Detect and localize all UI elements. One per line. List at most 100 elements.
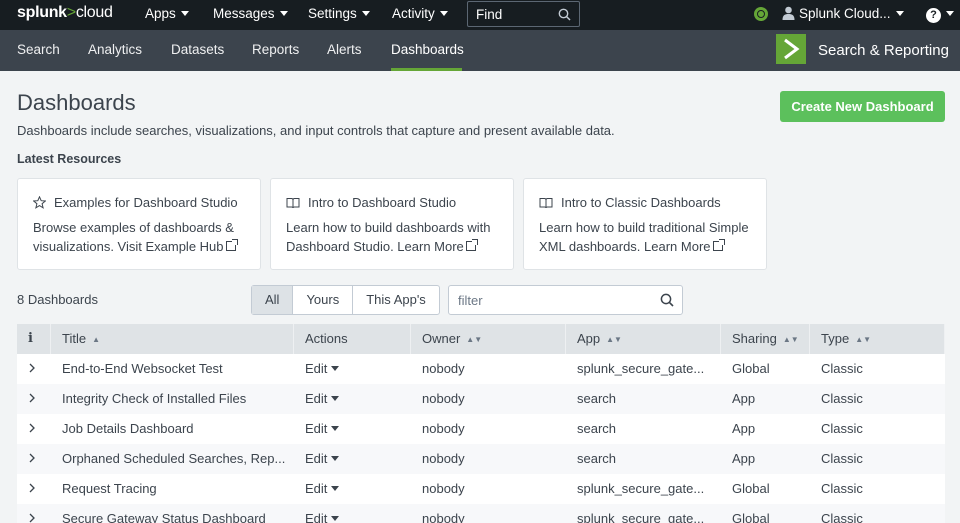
apps-menu[interactable]: Apps bbox=[145, 6, 189, 21]
tab-yours[interactable]: Yours bbox=[293, 286, 354, 314]
splunk-logo[interactable]: splunk>cloud bbox=[17, 4, 113, 22]
chevron-right-icon bbox=[29, 393, 35, 403]
table-header: i Title ▲ Actions Owner ▲▼ App ▲▼ Sharing ▲▼… bbox=[17, 324, 945, 354]
edit-menu-label: Edit bbox=[305, 421, 328, 436]
chevron-right-icon bbox=[29, 363, 35, 373]
edit-menu[interactable]: Edit bbox=[294, 444, 411, 474]
active-nav-indicator bbox=[391, 68, 462, 71]
external-link-icon[interactable] bbox=[712, 238, 725, 251]
resource-card-examples[interactable]: Examples for Dashboard Studio Browse exa… bbox=[17, 178, 261, 270]
health-status-icon[interactable] bbox=[754, 7, 768, 21]
sort-icon: ▲▼ bbox=[855, 335, 872, 344]
dashboard-title-link[interactable]: Integrity Check of Installed Files bbox=[51, 384, 294, 414]
dashboard-title-link[interactable]: Job Details Dashboard bbox=[51, 414, 294, 444]
activity-menu-label: Activity bbox=[392, 6, 435, 21]
expand-row-button[interactable] bbox=[17, 354, 51, 384]
edit-menu[interactable]: Edit bbox=[294, 474, 411, 504]
resource-card-title-text: Intro to Classic Dashboards bbox=[561, 195, 721, 210]
type-cell: Classic bbox=[821, 451, 863, 466]
nav-search[interactable]: Search bbox=[17, 42, 60, 57]
star-icon bbox=[32, 195, 47, 209]
find-input[interactable]: Find bbox=[467, 1, 580, 27]
expand-row-button[interactable] bbox=[17, 444, 51, 474]
logo-text-main: splunk bbox=[17, 4, 67, 21]
resource-card-studio-intro[interactable]: Intro to Dashboard Studio Learn how to b… bbox=[270, 178, 514, 270]
sharing-column-header[interactable]: Sharing ▲▼ bbox=[721, 324, 810, 354]
external-link-icon[interactable] bbox=[465, 238, 478, 251]
type-column-header[interactable]: Type ▲▼ bbox=[810, 324, 945, 354]
owner-column-header[interactable]: Owner ▲▼ bbox=[411, 324, 566, 354]
tab-all[interactable]: All bbox=[252, 286, 294, 314]
activity-menu[interactable]: Activity bbox=[392, 6, 448, 21]
filter-placeholder: filter bbox=[458, 293, 483, 308]
search-icon bbox=[660, 293, 674, 307]
book-icon bbox=[539, 198, 553, 209]
app-title[interactable]: Search & Reporting bbox=[818, 42, 949, 59]
resource-card-link[interactable]: XML dashboards. Learn More bbox=[539, 239, 711, 254]
app-logo-icon[interactable] bbox=[776, 34, 806, 64]
dashboard-title-link[interactable]: Secure Gateway Status Dashboard bbox=[51, 504, 294, 523]
edit-menu-label: Edit bbox=[305, 451, 328, 466]
resource-card-line1: Learn how to build dashboards with bbox=[286, 220, 491, 235]
resource-card-line1: Learn how to build traditional Simple bbox=[539, 220, 749, 235]
global-nav-bar: splunk>cloud Apps Messages Settings Acti… bbox=[0, 0, 960, 30]
create-dashboard-button[interactable]: Create New Dashboard bbox=[780, 91, 945, 122]
sharing-cell: App bbox=[732, 391, 756, 406]
dashboard-title-link[interactable]: Orphaned Scheduled Searches, Rep... bbox=[51, 444, 294, 474]
resource-card-link[interactable]: Dashboard Studio. Learn More bbox=[286, 239, 464, 254]
resource-card-line1: Browse examples of dashboards & bbox=[33, 220, 234, 235]
title-column-header[interactable]: Title ▲ bbox=[51, 324, 294, 354]
nav-datasets[interactable]: Datasets bbox=[171, 42, 224, 57]
filter-input[interactable]: filter bbox=[448, 285, 683, 315]
resource-card-link[interactable]: visualizations. Visit Example Hub bbox=[33, 239, 224, 254]
logo-separator: > bbox=[66, 4, 76, 21]
nav-analytics[interactable]: Analytics bbox=[88, 42, 142, 57]
nav-dashboards[interactable]: Dashboards bbox=[391, 42, 464, 57]
resource-card-description: Browse examples of dashboards & visualiz… bbox=[33, 219, 253, 256]
sort-icon: ▲▼ bbox=[466, 335, 483, 344]
page-description: Dashboards include searches, visualizati… bbox=[17, 123, 615, 138]
dashboard-title-link[interactable]: End-to-End Websocket Test bbox=[51, 354, 294, 384]
expand-row-button[interactable] bbox=[17, 504, 51, 523]
app-column-header[interactable]: App ▲▼ bbox=[566, 324, 721, 354]
dashboard-title-link[interactable]: Request Tracing bbox=[51, 474, 294, 504]
expand-row-button[interactable] bbox=[17, 474, 51, 504]
sort-asc-icon: ▲ bbox=[92, 335, 100, 344]
app-cell: search bbox=[577, 421, 617, 436]
table-row: Integrity Check of Installed Files Edit … bbox=[17, 384, 945, 414]
owner-cell: nobody bbox=[422, 481, 465, 496]
settings-menu-label: Settings bbox=[308, 6, 357, 21]
help-menu[interactable]: ? bbox=[926, 6, 954, 23]
latest-resources-heading: Latest Resources bbox=[17, 152, 122, 166]
settings-menu[interactable]: Settings bbox=[308, 6, 370, 21]
edit-menu[interactable]: Edit bbox=[294, 504, 411, 523]
resource-card-title: Examples for Dashboard Studio bbox=[32, 195, 238, 210]
chevron-down-icon bbox=[895, 11, 904, 16]
chevron-right-icon bbox=[29, 423, 35, 433]
table-row: Job Details Dashboard Edit nobody search… bbox=[17, 414, 945, 444]
edit-menu[interactable]: Edit bbox=[294, 414, 411, 444]
nav-reports[interactable]: Reports bbox=[252, 42, 299, 57]
edit-menu[interactable]: Edit bbox=[294, 384, 411, 414]
expand-row-button[interactable] bbox=[17, 384, 51, 414]
owner-cell: nobody bbox=[422, 391, 465, 406]
user-menu[interactable]: Splunk Cloud... bbox=[782, 6, 904, 21]
nav-alerts[interactable]: Alerts bbox=[327, 42, 362, 57]
resource-card-title: Intro to Classic Dashboards bbox=[539, 195, 721, 210]
expand-row-button[interactable] bbox=[17, 414, 51, 444]
edit-menu[interactable]: Edit bbox=[294, 354, 411, 384]
external-link-icon[interactable] bbox=[225, 238, 238, 251]
edit-menu-label: Edit bbox=[305, 391, 328, 406]
app-nav-bar bbox=[0, 30, 960, 71]
logo-text-sub: cloud bbox=[75, 4, 113, 21]
messages-menu[interactable]: Messages bbox=[213, 6, 288, 21]
sort-icon: ▲▼ bbox=[782, 335, 799, 344]
type-cell: Classic bbox=[821, 361, 863, 376]
resource-card-classic-intro[interactable]: Intro to Classic Dashboards Learn how to… bbox=[523, 178, 767, 270]
type-cell: Classic bbox=[821, 511, 863, 523]
sharing-cell: App bbox=[732, 451, 756, 466]
sharing-cell: Global bbox=[732, 481, 770, 496]
tab-this-app[interactable]: This App's bbox=[353, 286, 439, 314]
type-cell: Classic bbox=[821, 391, 863, 406]
title-column-label: Title bbox=[62, 331, 87, 346]
